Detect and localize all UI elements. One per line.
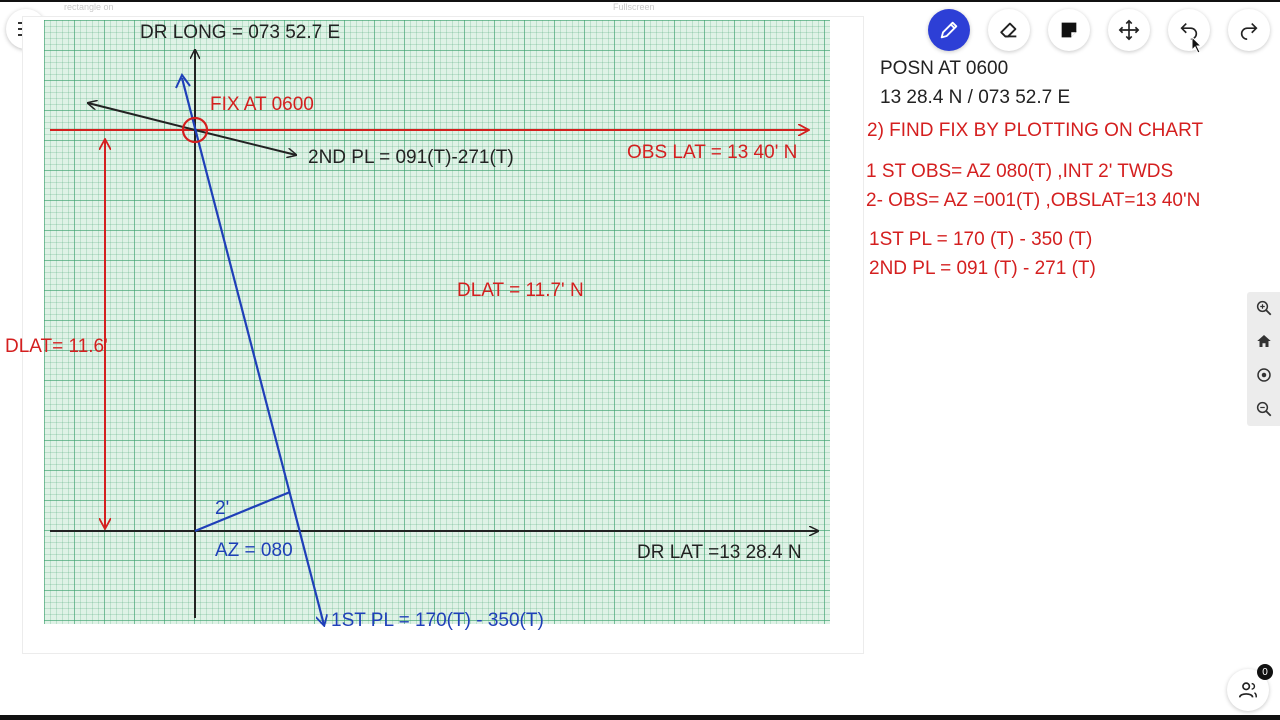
- second-pl-label: 2ND PL = 091(T)-271(T): [308, 147, 514, 168]
- zoom-controls: [1247, 292, 1280, 426]
- second-observation: 2- OBS= AZ =001(T) ,OBSLAT=13 40'N: [866, 190, 1201, 211]
- zoom-out-button[interactable]: [1253, 398, 1275, 420]
- first-pl-label: 1ST PL = 170(T) - 350(T): [331, 610, 544, 631]
- pencil-icon: [940, 21, 958, 39]
- undo-button[interactable]: [1168, 9, 1210, 51]
- first-pl-note: 1ST PL = 170 (T) - 350 (T): [869, 229, 1093, 250]
- intercept-label: 2': [215, 498, 229, 519]
- mouse-cursor-icon: [1191, 36, 1203, 54]
- dr-lat-label: DR LAT =13 28.4 N: [637, 542, 802, 563]
- home-icon: [1257, 335, 1271, 347]
- first-observation: 1 ST OBS= AZ 080(T) ,INT 2' TWDS: [866, 161, 1174, 182]
- second-pl-note: 2ND PL = 091 (T) - 271 (T): [869, 258, 1096, 279]
- zoom-out-icon: [1256, 401, 1272, 417]
- zoom-in-button[interactable]: [1253, 297, 1275, 319]
- obs-lat-label: OBS LAT = 13 40' N: [627, 142, 797, 163]
- pencil-tool-button[interactable]: [928, 9, 970, 51]
- move-tool-button[interactable]: [1108, 9, 1150, 51]
- dr-long-label: DR LONG = 073 52.7 E: [140, 22, 340, 43]
- plotting-sheet: DR LONG = 073 52.7 E FIX AT 0600 2ND PL …: [5, 22, 870, 631]
- participants-icon: [1238, 682, 1257, 698]
- recenter-button[interactable]: [1253, 364, 1275, 386]
- second-position-line: [194, 129, 296, 155]
- eraser-tool-button[interactable]: [988, 9, 1030, 51]
- task-text: 2) FIND FIX BY PLOTTING ON CHART: [867, 120, 1204, 141]
- azimuth-label: AZ = 080: [215, 540, 293, 561]
- home-button[interactable]: [1253, 330, 1275, 352]
- bottom-edge: [0, 715, 1280, 720]
- target-icon: [1257, 368, 1271, 382]
- dlat-left-label: DLAT= 11.6': [5, 336, 108, 357]
- redo-icon: [1240, 22, 1258, 40]
- zoom-in-icon: [1256, 300, 1272, 316]
- sticky-note-icon: [1061, 22, 1077, 38]
- participants-count-badge: 0: [1257, 664, 1273, 680]
- drawing-toolbar: [922, 5, 1278, 53]
- sticky-note-tool-button[interactable]: [1048, 9, 1090, 51]
- eraser-icon: [1000, 22, 1017, 38]
- dlat-center-label: DLAT = 11.7' N: [457, 280, 584, 301]
- move-icon: [1118, 19, 1140, 41]
- redo-button[interactable]: [1228, 9, 1270, 51]
- posn-title: POSN AT 0600: [880, 58, 1009, 79]
- second-position-line-west: [88, 103, 196, 131]
- fix-label: FIX AT 0600: [210, 94, 314, 115]
- azimuth-intercept-line: [194, 490, 291, 533]
- posn-value: 13 28.4 N / 073 52.7 E: [880, 87, 1071, 108]
